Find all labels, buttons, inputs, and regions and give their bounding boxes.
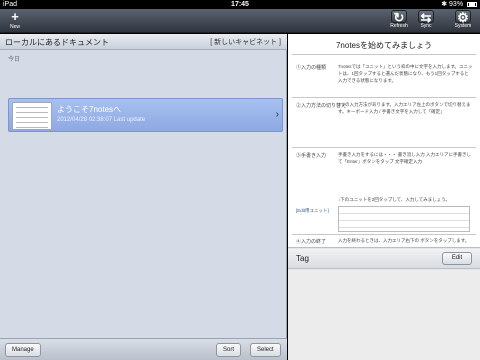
bottom-toolbar: Manage Sort Select — [0, 338, 287, 360]
document-list-title: ローカルにあるドキュメント — [5, 38, 109, 47]
preview-section-text: 入力を終わるときは、入力エリア右下の ボタンをタップします。 — [338, 238, 470, 243]
system-label: System — [454, 23, 472, 29]
refresh-button[interactable]: ↻ Refresh — [389, 10, 409, 32]
document-list-header: ローカルにあるドキュメント [ 新しいキャビネット ] — [0, 34, 287, 50]
sync-label: Sync — [420, 23, 432, 29]
divider — [292, 54, 476, 55]
battery-icon — [467, 1, 477, 7]
document-date: 2012/04/28 02:38:07 Last update — [57, 117, 146, 123]
tag-bar: Tag Edit — [288, 249, 480, 269]
manage-button[interactable]: Manage — [5, 343, 41, 357]
preview-box-hint: ↓下のユニットを2回タップして、入力してみましょう。 — [338, 197, 450, 202]
select-button[interactable]: Select — [250, 343, 281, 357]
tag-label: Tag — [296, 254, 309, 263]
document-title: ようこそ7notesへ — [57, 105, 122, 114]
system-button[interactable]: ⚙ System — [452, 10, 474, 32]
document-thumbnail — [12, 102, 52, 130]
sync-button[interactable]: ⇆ Sync — [416, 10, 436, 32]
status-bar: iPad 17:45 ✱ 93% — [0, 0, 480, 9]
new-button[interactable]: + New — [6, 10, 24, 32]
list-item[interactable]: ようこそ7notesへ 2012/04/28 02:38:07 Last upd… — [8, 98, 283, 132]
preview-section-text: 7notesでは「ユニット」という枠の中に文字を入力します。ユニットは、1回タッ… — [338, 64, 473, 83]
preview-box-label: [Edit用ユニット] — [296, 208, 329, 213]
divider — [292, 147, 476, 148]
divider — [292, 234, 476, 235]
bluetooth-icon: ✱ — [441, 1, 448, 8]
sync-icon: ⇆ — [418, 10, 434, 25]
new-cabinet-button[interactable]: [ 新しいキャビネット ] — [210, 37, 281, 47]
battery-percent: 93% — [449, 1, 464, 8]
edit-tag-button[interactable]: Edit — [442, 252, 472, 265]
document-list-pane: ローカルにあるドキュメント [ 新しいキャビネット ] 今日 ようこそ7note… — [0, 34, 287, 360]
clock: 17:45 — [231, 1, 249, 8]
top-toolbar: + New ↻ Refresh ⇆ Sync ⚙ System — [0, 9, 480, 33]
preview-title: 7notesを始めてみましょう — [335, 41, 433, 50]
divider — [292, 97, 476, 98]
new-label: New — [9, 24, 20, 30]
preview-section-text: 3つの入力方法があります。入力エリア左上のボタンで切り替えます。キーボード入力 … — [338, 102, 471, 114]
refresh-label: Refresh — [390, 23, 408, 29]
chevron-right-icon: › — [275, 109, 279, 120]
preview-section-label: ①入力の種類 — [296, 65, 327, 71]
document-preview[interactable]: 7notesを始めてみましょう ①入力の種類 7notesでは「ユニット」という… — [288, 34, 480, 248]
preview-section-label: ③手書き入力 — [296, 153, 327, 159]
section-label-today: 今日 — [8, 57, 21, 63]
plus-icon: + — [11, 9, 19, 24]
tag-area — [288, 270, 480, 360]
battery-indicator: ✱ 93% — [441, 0, 477, 9]
refresh-icon: ↻ — [391, 10, 407, 25]
gear-icon: ⚙ — [455, 10, 471, 25]
preview-section-text: 手書き入力をするには・・・ 書き流し入力 入力エリアに手書きして「Enter」ボ… — [338, 152, 471, 164]
preview-pane: 7notesを始めてみましょう ①入力の種類 7notesでは「ユニット」という… — [288, 34, 480, 360]
sort-button[interactable]: Sort — [216, 343, 242, 357]
preview-unit-box — [338, 206, 470, 232]
preview-section-label: ④入力の終了 — [296, 239, 327, 245]
